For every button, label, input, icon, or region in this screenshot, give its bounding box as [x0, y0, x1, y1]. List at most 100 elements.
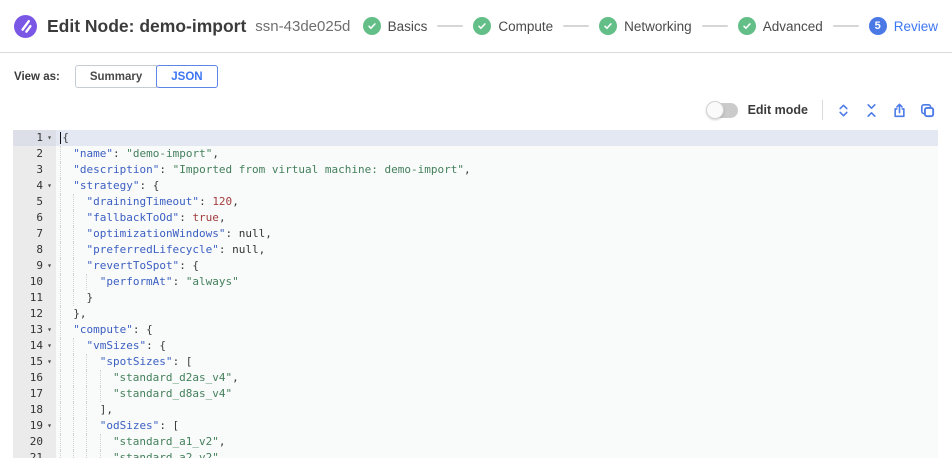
export-icon[interactable]	[891, 102, 908, 119]
line-number: 7	[36, 226, 43, 242]
code-line[interactable]: 17"standard_d8as_v4"	[13, 386, 938, 402]
edit-mode-toggle[interactable]	[707, 103, 738, 118]
token-key: "odSizes"	[100, 419, 160, 432]
token-str: "Imported from virtual machine: demo-imp…	[173, 163, 464, 176]
token-key: "compute"	[73, 323, 133, 336]
indent-guide	[60, 354, 73, 370]
code-line[interactable]: 21"standard_a2_v2"	[13, 450, 938, 458]
indent-guide	[60, 418, 73, 434]
code-line[interactable]: 9▾"revertToSpot": {	[13, 258, 938, 274]
code-line[interactable]: 14▾"vmSizes": {	[13, 338, 938, 354]
editor-actions	[835, 102, 936, 119]
step-check-icon	[363, 17, 381, 35]
indent-guide	[73, 194, 86, 210]
line-number-gutter[interactable]: 19▾	[13, 418, 56, 434]
indent-guide	[86, 354, 99, 370]
code-line[interactable]: 4▾"strategy": {	[13, 178, 938, 194]
fold-caret-icon[interactable]: ▾	[43, 178, 56, 194]
step-check-icon	[738, 17, 756, 35]
spot-logo-icon	[14, 15, 37, 38]
token-null: null	[232, 243, 259, 256]
code-line[interactable]: 3"description": "Imported from virtual m…	[13, 162, 938, 178]
code-line[interactable]: 18],	[13, 402, 938, 418]
code-text: "vmSizes": {	[56, 338, 938, 354]
fold-caret-icon[interactable]: ▾	[43, 338, 56, 354]
line-number-gutter[interactable]: 14▾	[13, 338, 56, 354]
view-as-json-button[interactable]: JSON	[156, 65, 217, 88]
fold-caret-icon[interactable]: ▾	[43, 130, 56, 146]
code-line[interactable]: 10"performAt": "always"	[13, 274, 938, 290]
token-key: "revertToSpot"	[86, 259, 179, 272]
expand-all-icon[interactable]	[835, 102, 852, 119]
step-label: Basics	[388, 19, 428, 34]
line-number: 6	[36, 210, 43, 226]
token-punct: :	[159, 163, 172, 176]
fold-caret-icon[interactable]: ▾	[43, 258, 56, 274]
fold-caret-icon[interactable]: ▾	[43, 354, 56, 370]
code-text: "fallbackToOd": true,	[56, 210, 938, 226]
token-punct: :	[113, 147, 126, 160]
code-text: "standard_d8as_v4"	[56, 386, 938, 402]
line-number-gutter[interactable]: 1▾	[13, 130, 56, 146]
line-number: 9	[36, 258, 43, 274]
indent-guide	[73, 290, 86, 306]
fold-caret-icon[interactable]: ▾	[43, 418, 56, 434]
indent-guide	[73, 210, 86, 226]
code-line[interactable]: 1▾{	[13, 130, 938, 146]
toggle-knob	[706, 101, 724, 119]
line-number-gutter[interactable]: 13▾	[13, 322, 56, 338]
code-line[interactable]: 6 "fallbackToOd": true,	[13, 210, 938, 226]
stepper-step-basics[interactable]: Basics	[363, 17, 428, 35]
indent-guide	[60, 194, 73, 210]
collapse-all-icon[interactable]	[863, 102, 880, 119]
token-null: null	[239, 227, 266, 240]
indent-guide	[100, 386, 113, 402]
code-line[interactable]: 5"drainingTimeout": 120,	[13, 194, 938, 210]
stepper-step-compute[interactable]: Compute	[473, 17, 553, 35]
code-text: "drainingTimeout": 120,	[56, 194, 938, 210]
indent-guide	[73, 258, 86, 274]
line-number: 19	[30, 418, 43, 434]
view-as-summary-button[interactable]: Summary	[75, 65, 157, 88]
token-punct: : [	[159, 419, 179, 432]
indent-guide	[60, 146, 73, 162]
code-line[interactable]: 11}	[13, 290, 938, 306]
stepper-step-advanced[interactable]: Advanced	[738, 17, 823, 35]
line-number-gutter[interactable]: 15▾	[13, 354, 56, 370]
code-line[interactable]: 15▾"spotSizes": [	[13, 354, 938, 370]
code-line[interactable]: 7"optimizationWindows": null,	[13, 226, 938, 242]
token-punct: :	[226, 227, 239, 240]
line-number-gutter[interactable]: 9▾	[13, 258, 56, 274]
token-punct: : {	[133, 323, 153, 336]
stepper-step-networking[interactable]: Networking	[599, 17, 692, 35]
indent-guide	[60, 162, 73, 178]
copy-icon[interactable]	[919, 102, 936, 119]
code-line[interactable]: 16 "standard_d2as_v4",	[13, 370, 938, 386]
line-number-gutter: 11	[13, 290, 56, 306]
stepper-connector	[437, 25, 463, 27]
indent-guide	[60, 178, 73, 194]
code-line[interactable]: 12},	[13, 306, 938, 322]
code-text: "standard_a1_v2",	[56, 434, 938, 450]
code-line[interactable]: 2"name": "demo-import",	[13, 146, 938, 162]
code-line[interactable]: 13▾ "compute": {	[13, 322, 938, 338]
view-as-toggle: SummaryJSON	[75, 65, 218, 88]
token-punct: },	[73, 307, 86, 320]
code-line[interactable]: 19▾ "odSizes": [	[13, 418, 938, 434]
token-key: "drainingTimeout"	[86, 195, 199, 208]
line-number: 14	[30, 338, 43, 354]
code-line[interactable]: 20"standard_a1_v2",	[13, 434, 938, 450]
stepper-step-review[interactable]: 5Review	[869, 17, 938, 35]
json-editor[interactable]: 1▾{2"name": "demo-import",3"description"…	[13, 130, 938, 458]
fold-caret-icon[interactable]: ▾	[43, 322, 56, 338]
indent-guide	[86, 402, 99, 418]
token-punct: ],	[100, 403, 113, 416]
line-number-gutter[interactable]: 4▾	[13, 178, 56, 194]
line-number-gutter: 6	[13, 210, 56, 226]
step-check-icon	[473, 17, 491, 35]
indent-guide	[73, 338, 86, 354]
token-key: "fallbackToOd"	[86, 211, 179, 224]
line-number: 16	[30, 370, 43, 386]
code-text: "standard_d2as_v4",	[56, 370, 938, 386]
code-line[interactable]: 8"preferredLifecycle": null,	[13, 242, 938, 258]
